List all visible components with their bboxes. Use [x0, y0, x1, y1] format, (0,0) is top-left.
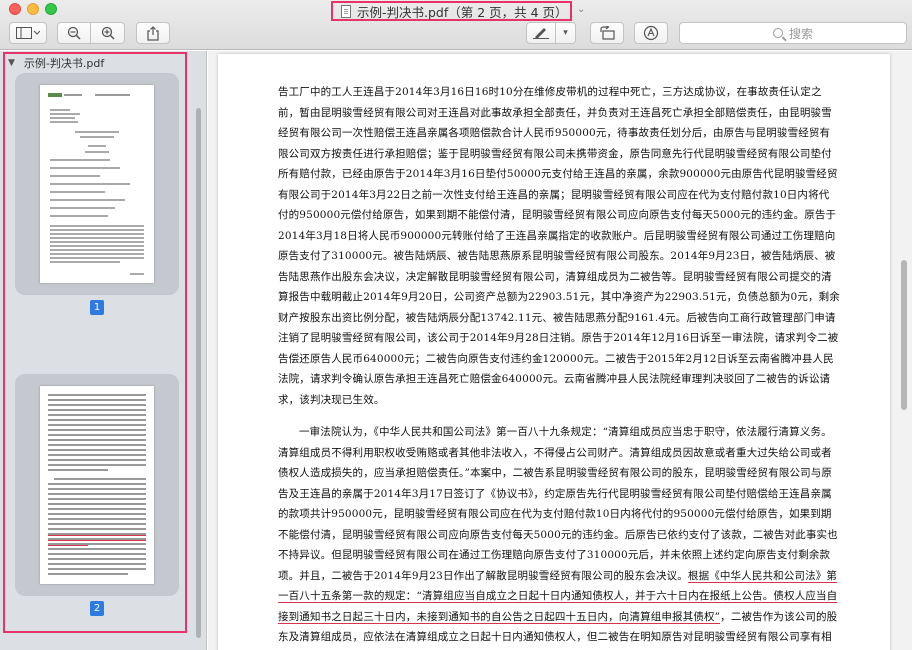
- rotate-button[interactable]: [590, 22, 624, 44]
- thumbnail-1-image: [40, 85, 154, 283]
- sidebar-file-header[interactable]: ▼ 示例-判决书.pdf: [8, 55, 104, 71]
- thumbnail-1-content: [48, 93, 144, 275]
- paragraph-2-text: 一审法院认为，《中华人民共和国公司法》第一百八十九条规定：“清算组成员应当忠于职…: [278, 426, 838, 582]
- markup-pen-button[interactable]: [526, 22, 556, 44]
- search-placeholder: 搜索: [788, 26, 813, 41]
- share-icon: [147, 25, 159, 41]
- share-button[interactable]: [136, 22, 170, 44]
- thumbnail-page-2[interactable]: [15, 374, 179, 596]
- document-page: 告工厂中的工人王连昌于2014年3月16日16时10分在维修皮带机的过程中死亡，…: [218, 54, 890, 650]
- chevron-down-icon[interactable]: ⌄: [577, 4, 585, 15]
- rotate-icon: [600, 26, 615, 40]
- window-title[interactable]: 示例-判决书.pdf（第 2 页，共 4 页）: [331, 1, 572, 21]
- sidebar-toggle-button[interactable]: [9, 22, 47, 44]
- document-scrollbar[interactable]: [901, 260, 907, 410]
- zoom-in-button[interactable]: [91, 22, 125, 44]
- thumbnail-2-content: [48, 394, 146, 575]
- close-window-button[interactable]: [9, 3, 21, 15]
- markup-controls: ▾: [526, 22, 576, 44]
- window-title-text: 示例-判决书.pdf（第 2 页，共 4 页）: [357, 4, 568, 20]
- minimize-window-button[interactable]: [27, 3, 39, 15]
- disclosure-triangle-icon[interactable]: ▼: [8, 58, 15, 68]
- search-field[interactable]: 搜索: [679, 22, 907, 44]
- zoom-in-icon: [101, 26, 115, 40]
- pdf-document-icon: [341, 4, 351, 18]
- pen-icon: [533, 28, 549, 39]
- sidebar-scrollbar[interactable]: [196, 108, 201, 638]
- chevron-down-icon: ▾: [563, 28, 568, 38]
- title-toolbar: 示例-判决书.pdf（第 2 页，共 4 页） ⌄ ▾ 搜索: [0, 0, 912, 50]
- document-paragraph-2: 一审法院认为，《中华人民共和国公司法》第一百八十九条规定：“清算组成员应当忠于职…: [278, 422, 840, 650]
- document-view[interactable]: 告工厂中的工人王连昌于2014年3月16日16时10分在维修皮带机的过程中死亡，…: [208, 51, 912, 650]
- sidebar-icon: [16, 27, 40, 39]
- annotate-button[interactable]: [634, 22, 668, 44]
- markup-circle-icon: [643, 25, 659, 41]
- thumbnail-2-image: [40, 386, 154, 584]
- sidebar-file-name: 示例-判决书.pdf: [23, 57, 105, 70]
- page-number-badge: 2: [90, 601, 104, 616]
- thumbnail-sidebar: ▼ 示例-判决书.pdf 1 2: [0, 51, 207, 650]
- zoom-out-icon: [67, 26, 81, 40]
- search-icon: [772, 28, 783, 38]
- page-number-badge: 1: [90, 300, 104, 315]
- zoom-controls: [57, 22, 125, 44]
- thumbnail-page-1[interactable]: [15, 73, 179, 295]
- markup-menu-button[interactable]: ▾: [556, 22, 576, 44]
- zoom-window-button[interactable]: [45, 3, 57, 15]
- zoom-out-button[interactable]: [57, 22, 91, 44]
- document-paragraph-1: 告工厂中的工人王连昌于2014年3月16日16时10分在维修皮带机的过程中死亡，…: [278, 86, 840, 406]
